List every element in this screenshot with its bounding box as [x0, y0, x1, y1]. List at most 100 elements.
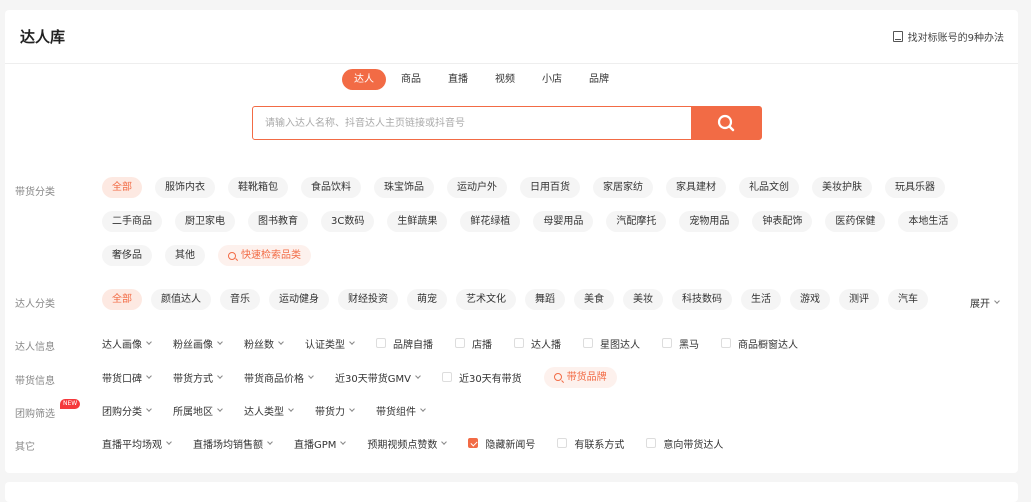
chevron-down-icon: [278, 338, 284, 345]
influencer-category-chip[interactable]: 舞蹈: [525, 289, 565, 310]
help-link[interactable]: 找对标账号的9种办法: [892, 29, 1004, 44]
brand-filter-button[interactable]: 带货品牌: [543, 366, 617, 388]
dropdown-label: 预期视频点赞数: [367, 439, 438, 451]
region-dropdown[interactable]: 所属地区: [173, 403, 223, 418]
category-chip[interactable]: 服饰内衣: [155, 177, 215, 198]
influencer-category-chip[interactable]: 音乐: [220, 289, 260, 310]
brand-self-live-checkbox[interactable]: 品牌自播: [376, 336, 433, 351]
influencer-category-chip[interactable]: 生活: [741, 289, 781, 310]
influencer-category-chip[interactable]: 美食: [574, 289, 614, 310]
tab-shop[interactable]: 小店: [530, 69, 574, 90]
category-chip[interactable]: 生鲜蔬果: [387, 211, 448, 232]
category-chip[interactable]: 母婴用品: [533, 211, 594, 232]
product-price-dropdown[interactable]: 带货商品价格: [244, 370, 314, 385]
fans-profile-dropdown[interactable]: 粉丝画像: [173, 336, 223, 351]
sales-method-dropdown[interactable]: 带货方式: [173, 370, 223, 385]
store-live-checkbox[interactable]: 店播: [455, 336, 492, 351]
category-chip[interactable]: 全部: [102, 177, 142, 198]
dropdown-label: 直播场均销售额: [193, 439, 263, 451]
dropdown-label: 达人画像: [102, 339, 142, 351]
category-chip[interactable]: 医药保健: [825, 211, 886, 232]
category-chip[interactable]: 家居家纺: [593, 177, 653, 198]
expected-likes-dropdown[interactable]: 预期视频点赞数: [367, 436, 448, 451]
influencer-category-chip[interactable]: 全部: [102, 289, 142, 310]
checkbox-label: 星图达人: [600, 339, 640, 351]
influencer-info-label: 达人信息: [15, 342, 55, 353]
dropdown-label: 粉丝数: [244, 339, 274, 351]
tab-product[interactable]: 商品: [389, 69, 433, 90]
verification-type-dropdown[interactable]: 认证类型: [305, 336, 355, 351]
checkbox-box: [376, 338, 386, 348]
group-category-dropdown[interactable]: 团购分类: [102, 403, 152, 418]
category-chip[interactable]: 食品饮料: [301, 177, 361, 198]
tab-influencer[interactable]: 达人: [342, 69, 386, 90]
search-button[interactable]: [691, 107, 761, 139]
category-chip[interactable]: 礼品文创: [739, 177, 799, 198]
category-chip[interactable]: 玩具乐器: [885, 177, 945, 198]
tab-live[interactable]: 直播: [436, 69, 480, 90]
category-chip[interactable]: 家具建材: [666, 177, 726, 198]
category-chip[interactable]: 日用百货: [520, 177, 580, 198]
category-chip[interactable]: 钟表配饰: [752, 211, 813, 232]
intent-influencer-checkbox[interactable]: 意向带货达人: [646, 436, 723, 451]
live-avg-views-dropdown[interactable]: 直播平均场观: [102, 436, 172, 451]
category-chip[interactable]: 珠宝饰品: [374, 177, 434, 198]
category-chip[interactable]: 其他: [165, 245, 205, 266]
expand-toggle[interactable]: 展开: [970, 295, 1000, 310]
influencer-profile-dropdown[interactable]: 达人画像: [102, 336, 152, 351]
sales-30d-checkbox[interactable]: 近30天有带货: [441, 370, 522, 385]
help-link-label: 找对标账号的9种办法: [907, 33, 1004, 44]
gmv-30d-dropdown[interactable]: 近30天带货GMV: [335, 370, 421, 385]
influencer-category-chip[interactable]: 测评: [839, 289, 879, 310]
sales-reputation-dropdown[interactable]: 带货口碑: [102, 370, 152, 385]
checkbox-box: [441, 372, 452, 382]
influencer-category-chip[interactable]: 汽车: [888, 289, 928, 310]
chevron-down-icon: [420, 405, 426, 412]
category-chip[interactable]: 鞋靴箱包: [228, 177, 288, 198]
star-map-checkbox[interactable]: 星图达人: [583, 336, 640, 351]
influencer-category-chip[interactable]: 艺术文化: [456, 289, 516, 310]
category-chip[interactable]: 运动户外: [447, 177, 507, 198]
group-buy-filters: 团购分类 所属地区 达人类型 带货力 带货组件: [102, 400, 447, 420]
dropdown-label: 带货方式: [173, 373, 213, 385]
influencer-category-chip[interactable]: 科技数码: [672, 289, 732, 310]
category-chip[interactable]: 图书教育: [248, 211, 308, 232]
live-avg-sales-dropdown[interactable]: 直播场均销售额: [193, 436, 273, 451]
checkbox-box: [557, 438, 568, 448]
hide-news-checkbox[interactable]: 隐藏新闻号: [468, 436, 535, 451]
influencer-category-chip[interactable]: 萌宠: [407, 289, 447, 310]
quick-category-search-button[interactable]: 快速检索品类: [218, 245, 311, 266]
sales-component-dropdown[interactable]: 带货组件: [376, 403, 426, 418]
live-gpm-dropdown[interactable]: 直播GPM: [294, 436, 347, 451]
category-chip[interactable]: 本地生活: [898, 211, 959, 232]
dark-horse-checkbox[interactable]: 黑马: [662, 336, 699, 351]
influencer-category-label: 达人分类: [15, 299, 55, 310]
dropdown-label: 认证类型: [305, 339, 345, 351]
influencer-category-chip[interactable]: 美妆: [623, 289, 663, 310]
category-chip[interactable]: 美妆护肤: [812, 177, 872, 198]
chevron-down-icon: [349, 338, 355, 345]
influencer-category-chip[interactable]: 颜值达人: [151, 289, 211, 310]
influencer-type-dropdown[interactable]: 达人类型: [244, 403, 294, 418]
category-chip[interactable]: 宠物用品: [679, 211, 740, 232]
has-contact-checkbox[interactable]: 有联系方式: [557, 436, 624, 451]
fans-count-dropdown[interactable]: 粉丝数: [244, 336, 284, 351]
showcase-checkbox[interactable]: 商品橱窗达人: [721, 336, 798, 351]
category-chip[interactable]: 厨卫家电: [175, 211, 235, 232]
search-input[interactable]: [253, 107, 691, 139]
category-chip[interactable]: 3C数码: [321, 211, 375, 232]
category-chip[interactable]: 鲜花绿植: [460, 211, 521, 232]
influencer-category-chip[interactable]: 运动健身: [269, 289, 329, 310]
checkbox-label: 有联系方式: [574, 439, 625, 451]
sales-power-dropdown[interactable]: 带货力: [315, 403, 355, 418]
category-label: 带货分类: [15, 187, 55, 198]
category-chip[interactable]: 汽配摩托: [606, 211, 667, 232]
category-chip[interactable]: 二手商品: [102, 211, 162, 232]
tab-brand[interactable]: 品牌: [577, 69, 621, 90]
influencer-live-checkbox[interactable]: 达人播: [514, 336, 561, 351]
influencer-category-chip[interactable]: 游戏: [790, 289, 830, 310]
category-chip[interactable]: 奢侈品: [102, 245, 152, 266]
tab-video[interactable]: 视频: [483, 69, 527, 90]
checkbox-label: 达人播: [531, 339, 561, 351]
influencer-category-chip[interactable]: 财经投资: [338, 289, 398, 310]
